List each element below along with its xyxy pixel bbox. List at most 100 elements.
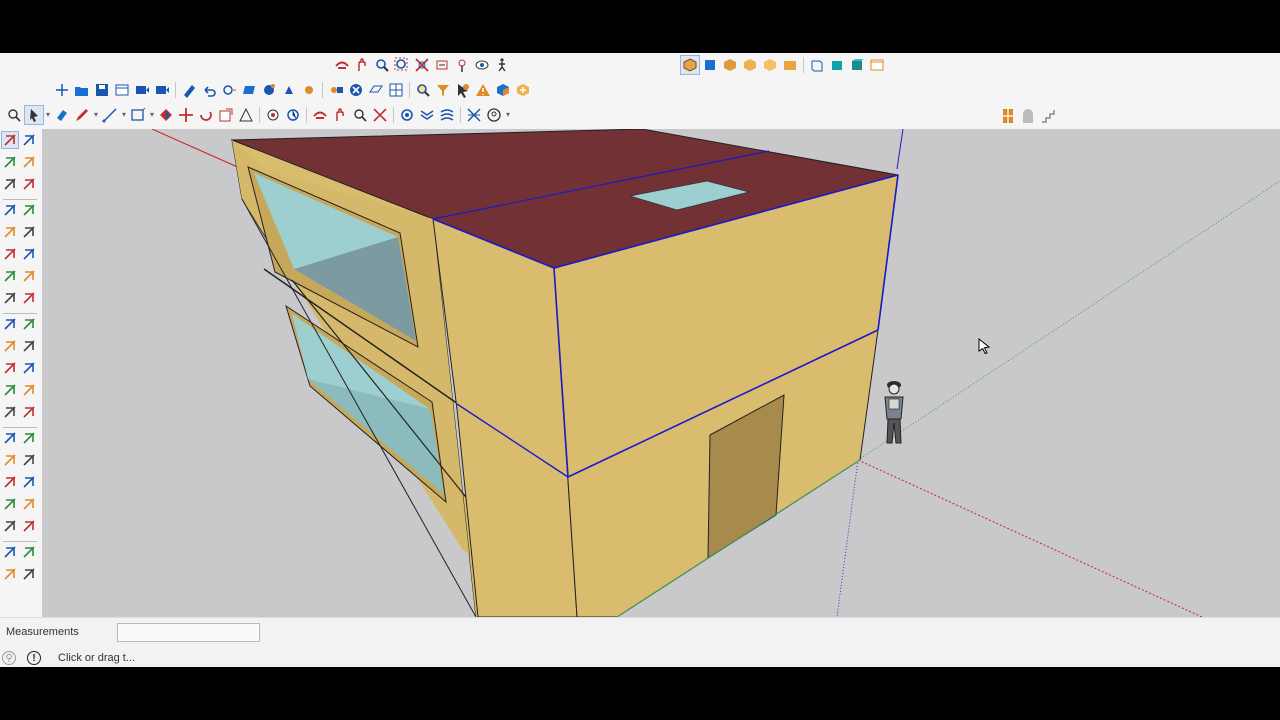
measurements-input[interactable] bbox=[117, 623, 260, 642]
paste-icon[interactable] bbox=[152, 80, 172, 100]
account-icon[interactable] bbox=[484, 105, 504, 125]
polygon-icon[interactable] bbox=[20, 245, 38, 263]
3d-scene[interactable] bbox=[42, 129, 1280, 617]
walk-icon[interactable] bbox=[492, 55, 512, 75]
styles-icon[interactable] bbox=[326, 80, 346, 100]
right-view-icon[interactable] bbox=[740, 55, 760, 75]
section-plane-icon[interactable] bbox=[20, 543, 38, 561]
dimension-icon[interactable] bbox=[283, 105, 303, 125]
window-icon[interactable] bbox=[998, 106, 1018, 126]
geo-location-icon[interactable]: ⚲ bbox=[2, 651, 16, 665]
zoom-icon[interactable] bbox=[350, 105, 370, 125]
follow-me-icon[interactable] bbox=[20, 337, 38, 355]
three-point-arc-icon[interactable] bbox=[20, 289, 38, 307]
paint-bucket-icon[interactable] bbox=[1, 153, 19, 171]
left-view-icon[interactable] bbox=[780, 55, 800, 75]
chevron-down-icon[interactable]: ▾ bbox=[504, 105, 512, 125]
lasso-icon[interactable] bbox=[20, 131, 38, 149]
filter-icon[interactable] bbox=[433, 80, 453, 100]
stairs-icon[interactable] bbox=[1038, 106, 1058, 126]
save-icon[interactable] bbox=[92, 80, 112, 100]
pan-icon[interactable] bbox=[20, 451, 38, 469]
layers-toggle-icon[interactable] bbox=[464, 105, 484, 125]
previous-view-icon[interactable] bbox=[432, 55, 452, 75]
look-around-icon[interactable] bbox=[472, 55, 492, 75]
protractor-icon[interactable] bbox=[1, 403, 19, 421]
zoom-icon[interactable] bbox=[1, 473, 19, 491]
chevron-down-icon[interactable]: ▾ bbox=[92, 105, 100, 125]
sandbox-icon[interactable] bbox=[437, 105, 457, 125]
move-icon[interactable] bbox=[176, 105, 196, 125]
move-icon[interactable] bbox=[1, 315, 19, 333]
section-fill-icon[interactable] bbox=[417, 105, 437, 125]
eraser-icon[interactable] bbox=[52, 105, 72, 125]
pencil-icon[interactable] bbox=[72, 105, 92, 125]
orbit-icon[interactable] bbox=[1, 451, 19, 469]
chevron-down-icon[interactable]: ▾ bbox=[148, 105, 156, 125]
iso-view-icon[interactable] bbox=[680, 55, 700, 75]
layers-icon[interactable] bbox=[346, 80, 366, 100]
arc-icon[interactable] bbox=[1, 267, 19, 285]
search-icon[interactable] bbox=[413, 80, 433, 100]
cut-icon[interactable] bbox=[112, 80, 132, 100]
zoom-extents-icon[interactable] bbox=[412, 55, 432, 75]
zoom-window-icon[interactable] bbox=[20, 473, 38, 491]
3d-text-icon[interactable] bbox=[20, 429, 38, 447]
warning-icon[interactable] bbox=[473, 80, 493, 100]
erase-icon[interactable] bbox=[179, 80, 199, 100]
xray-icon[interactable] bbox=[807, 55, 827, 75]
zoom-window-icon[interactable] bbox=[392, 55, 412, 75]
previous-icon[interactable] bbox=[20, 495, 38, 513]
tape-icon[interactable] bbox=[263, 105, 283, 125]
wireframe-icon[interactable] bbox=[827, 55, 847, 75]
rectangle-icon[interactable] bbox=[1, 223, 19, 241]
chevron-down-icon[interactable]: ▾ bbox=[44, 105, 52, 125]
open-icon[interactable] bbox=[72, 80, 92, 100]
tape-measure-icon[interactable] bbox=[1, 381, 19, 399]
undo-icon[interactable] bbox=[199, 80, 219, 100]
select-arrow-icon[interactable] bbox=[453, 80, 473, 100]
scale-icon[interactable] bbox=[1, 359, 19, 377]
eraser-alt-icon[interactable] bbox=[20, 175, 38, 193]
push-pull-icon[interactable] bbox=[20, 315, 38, 333]
zoom-extents-icon[interactable] bbox=[370, 105, 390, 125]
materials-icon[interactable] bbox=[299, 80, 319, 100]
line-icon[interactable] bbox=[100, 105, 120, 125]
rectangle-icon[interactable] bbox=[128, 105, 148, 125]
back-view-icon[interactable] bbox=[760, 55, 780, 75]
text-icon[interactable] bbox=[20, 403, 38, 421]
push-pull-icon[interactable] bbox=[156, 105, 176, 125]
scenes-list-icon[interactable] bbox=[366, 80, 386, 100]
offset-icon[interactable] bbox=[20, 359, 38, 377]
walk-icon[interactable] bbox=[20, 517, 38, 535]
redo-icon[interactable] bbox=[219, 80, 239, 100]
scale-figure[interactable] bbox=[884, 381, 904, 444]
two-point-arc-icon[interactable] bbox=[20, 267, 38, 285]
position-camera-icon[interactable] bbox=[452, 55, 472, 75]
zoom-icon[interactable] bbox=[372, 55, 392, 75]
look-around-icon[interactable] bbox=[1, 543, 19, 561]
orbit-icon[interactable] bbox=[310, 105, 330, 125]
sandbox-icon[interactable] bbox=[20, 565, 38, 583]
freehand-icon[interactable] bbox=[20, 201, 38, 219]
scenes-icon[interactable] bbox=[867, 55, 887, 75]
info-icon[interactable]: ! bbox=[27, 651, 41, 665]
axes-icon[interactable] bbox=[1, 429, 19, 447]
front-view-icon[interactable] bbox=[720, 55, 740, 75]
circle-icon[interactable] bbox=[1, 245, 19, 263]
dimension-icon[interactable] bbox=[20, 381, 38, 399]
model-viewport[interactable] bbox=[42, 129, 1280, 617]
rotate-icon[interactable] bbox=[196, 105, 216, 125]
line-icon[interactable] bbox=[1, 201, 19, 219]
top-view-icon[interactable] bbox=[700, 55, 720, 75]
rotate-icon[interactable] bbox=[1, 337, 19, 355]
section-plane-icon[interactable] bbox=[397, 105, 417, 125]
print-icon[interactable] bbox=[239, 80, 259, 100]
orbit-icon[interactable] bbox=[332, 55, 352, 75]
extension-manager-icon[interactable] bbox=[513, 80, 533, 100]
eraser-icon[interactable] bbox=[20, 153, 38, 171]
position-camera-icon[interactable] bbox=[1, 517, 19, 535]
components-icon[interactable] bbox=[279, 80, 299, 100]
pie-icon[interactable] bbox=[1, 289, 19, 307]
select-icon[interactable] bbox=[1, 131, 19, 149]
